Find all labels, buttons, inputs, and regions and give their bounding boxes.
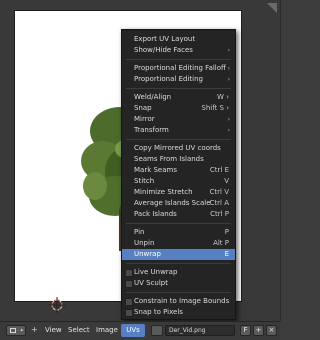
checkbox-icon[interactable] [125,280,133,288]
menu-item-label: Snap to Pixels [134,308,183,316]
menu-item-label: Average Islands Scale [134,199,211,207]
menu-item-snap[interactable]: Snap Shift S › [122,103,235,114]
submenu-arrow-icon: › [227,116,230,123]
menu-item-transform[interactable]: Transform › [122,125,235,136]
menu-item-label: Stitch [134,177,155,185]
caret-icon: ▴ [20,327,23,333]
menu-item-label: Unwrap [134,250,161,258]
image-browse-icon[interactable] [151,325,163,336]
menu-item-pack-islands[interactable]: Pack Islands Ctrl P [122,209,235,220]
menu-item-label: Unpin [134,239,155,247]
menu-item-proportional-editing[interactable]: Proportional Editing › [122,74,235,85]
checkbox-icon[interactable] [125,309,133,317]
menu-item-label: Snap [134,104,152,112]
menu-item-label: Minimize Stretch [134,188,193,196]
menu-separator [126,88,231,89]
menu-item-shortcut: Ctrl A [209,199,229,207]
select-menu[interactable]: Select [68,326,90,334]
menu-item-pin[interactable]: Pin P [122,227,235,238]
menu-separator [126,59,231,60]
image-menu[interactable]: Image [96,326,118,334]
checkbox-icon[interactable] [125,298,133,306]
menu-item-label: UV Sculpt [134,279,168,287]
fake-user-button[interactable]: F [240,325,251,336]
menu-item-shortcut: Alt P [213,239,229,247]
new-image-button[interactable]: + [253,325,264,336]
menu-item-shortcut: E [224,250,229,258]
menu-item-seams-from-islands[interactable]: Seams From Islands [122,154,235,165]
menu-item-snap-to-pixels[interactable]: Snap to Pixels [122,307,235,318]
editor-header: ▴ + View Select Image UVs Der_Vid.png F … [0,321,280,340]
menu-item-label: Proportional Editing [134,75,203,83]
menu-item-shortcut: W › [217,93,229,101]
submenu-arrow-icon: › [227,47,230,54]
editor-type-button[interactable]: ▴ [6,325,26,336]
menu-item-label: Weld/Align [134,93,172,101]
menu-item-proportional-editing-falloff[interactable]: Proportional Editing Falloff › [122,63,235,74]
menu-separator [126,139,231,140]
menu-item-live-unwrap[interactable]: Live Unwrap [122,267,235,278]
submenu-arrow-icon: › [227,76,230,83]
menu-item-constrain-to-image-bounds[interactable]: Constrain to Image Bounds [122,296,235,307]
submenu-arrow-icon: › [227,65,230,72]
area-split-corner-icon[interactable] [267,3,277,13]
menu-separator [126,263,231,264]
menu-item-minimize-stretch[interactable]: Minimize Stretch Ctrl V [122,187,235,198]
image-editor-icon [10,328,16,333]
menu-item-label: Show/Hide Faces [134,46,193,54]
image-filename-field[interactable]: Der_Vid.png [165,325,235,336]
menu-item-shortcut: Ctrl E [209,166,229,174]
submenu-arrow-icon: › [227,127,230,134]
header-plus-icon[interactable]: + [31,325,38,334]
menu-item-label: Proportional Editing Falloff [134,64,226,72]
uvs-menu[interactable]: UVs [121,324,145,337]
menu-item-label: Transform [134,126,169,134]
menu-item-mirror[interactable]: Mirror › [122,114,235,125]
checkbox-icon[interactable] [125,269,133,277]
menu-item-average-islands-scale[interactable]: Average Islands Scale Ctrl A [122,198,235,209]
menu-item-label: Export UV Layout [134,35,196,43]
menu-item-unpin[interactable]: Unpin Alt P [122,238,235,249]
menu-item-copy-mirrored-uv-coords[interactable]: Copy Mirrored UV coords [122,143,235,154]
menu-item-label: Pin [134,228,145,236]
menu-item-uv-sculpt[interactable]: UV Sculpt [122,278,235,289]
menu-item-label: Pack Islands [134,210,177,218]
menu-item-shortcut: Ctrl V [209,188,229,196]
menu-item-label: Constrain to Image Bounds [134,297,230,305]
menu-separator [126,223,231,224]
menu-item-unwrap[interactable]: Unwrap E [122,249,235,260]
menu-item-show-hide-faces[interactable]: Show/Hide Faces › [122,45,235,56]
menu-item-shortcut: V [224,177,229,185]
menu-item-label: Mirror [134,115,155,123]
menu-item-shortcut: Shift S › [201,104,229,112]
menu-item-label: Live Unwrap [134,268,178,276]
unlink-image-button[interactable]: × [266,325,277,336]
menu-item-mark-seams[interactable]: Mark Seams Ctrl E [122,165,235,176]
menu-item-weld-align[interactable]: Weld/Align W › [122,92,235,103]
menu-item-label: Seams From Islands [134,155,204,163]
menu-item-label: Copy Mirrored UV coords [134,144,221,152]
menu-item-shortcut: Ctrl P [210,210,229,218]
2d-cursor-icon[interactable] [49,297,65,313]
menu-item-shortcut: P [224,228,229,236]
uvs-dropdown-menu: Export UV Layout Show/Hide Faces › Proporti… [121,29,236,320]
view-menu[interactable]: View [45,326,62,334]
menu-item-export-uv-layout[interactable]: Export UV Layout [122,34,235,45]
menu-item-label: Mark Seams [134,166,177,174]
menu-separator [126,292,231,293]
menu-item-stitch[interactable]: Stitch V [122,176,235,187]
